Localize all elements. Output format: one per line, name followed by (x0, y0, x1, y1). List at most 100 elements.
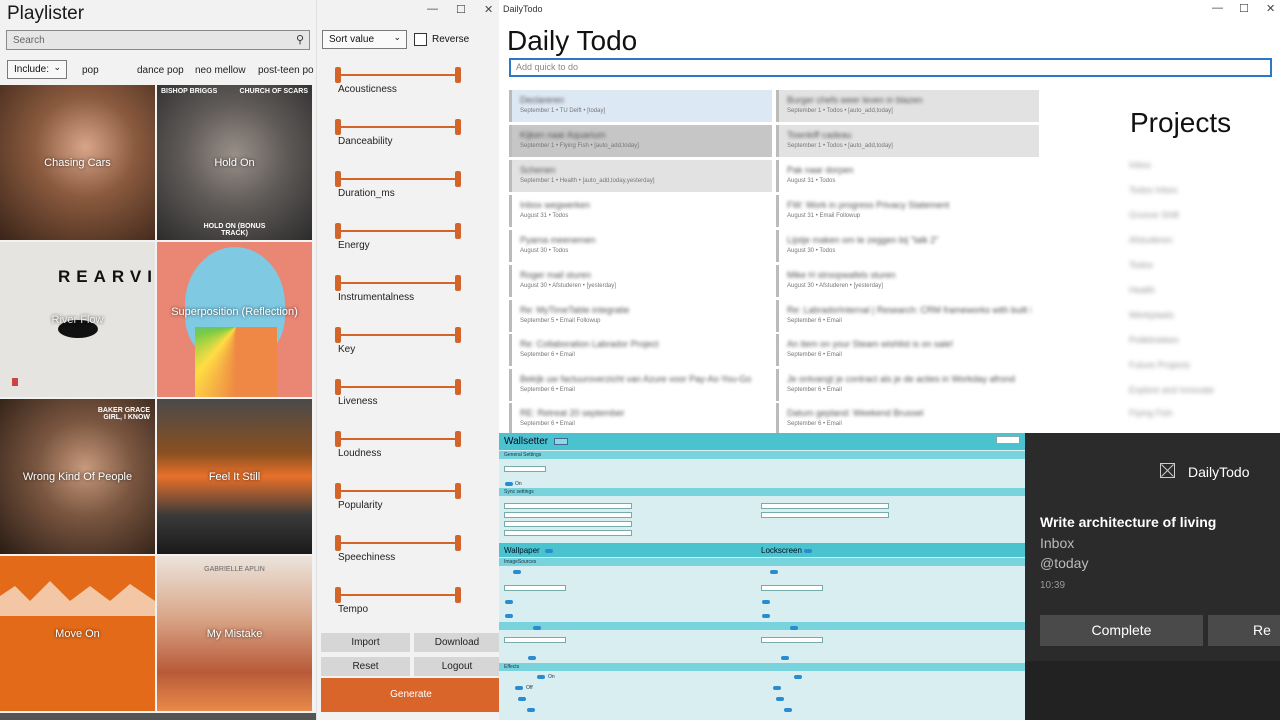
slider-min-handle[interactable] (335, 119, 341, 135)
text-field[interactable] (761, 637, 823, 643)
setting-toggle[interactable] (505, 614, 513, 618)
lockscreen-toggle[interactable] (804, 549, 812, 553)
slider-max-handle[interactable] (455, 275, 461, 291)
speechiness-slider[interactable] (335, 535, 461, 551)
text-field[interactable] (504, 585, 566, 591)
download-button[interactable]: Download (414, 633, 500, 652)
text-field[interactable] (761, 503, 889, 509)
slider-max-handle[interactable] (455, 223, 461, 239)
project-item[interactable]: Future Projects (1129, 360, 1190, 370)
liveness-slider[interactable] (335, 379, 461, 395)
effect-toggle[interactable] (527, 708, 535, 712)
slider-max-handle[interactable] (455, 483, 461, 499)
search-input[interactable]: Search ⚲ (6, 30, 310, 50)
todo-item[interactable]: Pak naar dorpen August 31 • Todos (776, 160, 1039, 192)
slider-min-handle[interactable] (335, 535, 341, 551)
text-field[interactable] (504, 637, 566, 643)
slider-max-handle[interactable] (455, 171, 461, 187)
project-item[interactable]: Explore and Innovate (1129, 385, 1214, 395)
song-tile[interactable]: BISHOP BRIGGS CHURCH OF SCARS Hold On HO… (157, 85, 312, 240)
energy-slider[interactable] (335, 223, 461, 239)
slider-min-handle[interactable] (335, 431, 341, 447)
slider-max-handle[interactable] (455, 119, 461, 135)
todo-item[interactable]: FW: Work in progress Privacy Statement Au… (776, 195, 1039, 227)
slider-max-handle[interactable] (455, 379, 461, 395)
import-button[interactable]: Import (321, 633, 410, 652)
reset-button[interactable]: Reset (321, 657, 410, 676)
effect-toggle[interactable] (794, 675, 802, 679)
setting-toggle[interactable] (505, 600, 513, 604)
effect-toggle[interactable] (515, 686, 523, 690)
genre-filter-dance-pop[interactable]: dance pop (137, 65, 184, 76)
acousticness-slider[interactable] (335, 67, 461, 83)
todo-item[interactable]: Townkiff cadeau September 1 • Todos • [au… (776, 125, 1039, 157)
slider-min-handle[interactable] (335, 67, 341, 83)
slider-min-handle[interactable] (335, 223, 341, 239)
duration-slider[interactable] (335, 171, 461, 187)
project-item[interactable]: Groove Shift (1129, 210, 1179, 220)
todo-item[interactable]: Schenen September 1 • Health • [auto_add,… (509, 160, 772, 192)
slider-min-handle[interactable] (335, 483, 341, 499)
danceability-slider[interactable] (335, 119, 461, 135)
effect-toggle[interactable] (518, 697, 526, 701)
slider-max-handle[interactable] (455, 431, 461, 447)
todo-item[interactable]: Re: MyTimeTable integratie September 5 • … (509, 300, 772, 332)
slider-max-handle[interactable] (455, 535, 461, 551)
effect-toggle[interactable] (773, 686, 781, 690)
search-icon[interactable]: ⚲ (296, 33, 304, 46)
text-field[interactable] (504, 530, 632, 536)
project-item[interactable]: Todos (1129, 260, 1153, 270)
todo-item[interactable]: Bekijk uw factuuroverzicht van Azure voo… (509, 369, 772, 401)
sort-value-dropdown[interactable]: Sort value ⌄ (322, 30, 407, 49)
todo-item[interactable]: An item on your Steam wishlist is on sal… (776, 334, 1039, 366)
maximize-icon[interactable]: ☐ (1239, 2, 1249, 15)
window-control[interactable] (996, 436, 1020, 444)
text-field[interactable] (504, 503, 632, 509)
todo-item[interactable]: Lijstje maken om te zeggen bij "talk 2" A… (776, 230, 1039, 262)
todo-item[interactable]: Je ontvangt je contract als je de acties… (776, 369, 1039, 401)
slider-min-handle[interactable] (335, 379, 341, 395)
setting-toggle[interactable] (505, 482, 513, 486)
genre-filter-pop[interactable]: pop (82, 65, 99, 76)
genre-filter-neo-mellow[interactable]: neo mellow (195, 65, 246, 76)
logout-button[interactable]: Logout (414, 657, 500, 676)
minimize-icon[interactable]: — (1212, 2, 1223, 14)
close-icon[interactable]: ✕ (1266, 2, 1275, 15)
setting-toggle[interactable] (513, 570, 521, 574)
project-item[interactable]: Werkplaats (1129, 310, 1174, 320)
include-dropdown[interactable]: Include: ⌄ (7, 60, 67, 79)
effect-toggle[interactable] (784, 708, 792, 712)
todo-item[interactable]: Re: LabradorInternal | Research: CRM fra… (776, 300, 1039, 332)
tempo-slider[interactable] (335, 587, 461, 603)
second-action-button[interactable]: Re (1208, 615, 1280, 646)
todo-item[interactable]: Kijken naar Aquarium September 1 • Flying… (509, 125, 772, 157)
todo-item[interactable]: Roger mail sturen August 30 • Afstuderen … (509, 265, 772, 297)
text-field[interactable] (504, 521, 632, 527)
maximize-icon[interactable]: ☐ (456, 3, 466, 16)
project-item[interactable]: Flying Fish (1129, 408, 1173, 418)
project-item[interactable]: Inbox (1129, 160, 1151, 170)
song-tile[interactable]: GABRIELLE APLIN My Mistake (157, 556, 312, 711)
song-tile[interactable]: BAKER GRACE GIRL, I KNOW Wrong Kind Of P… (0, 399, 155, 554)
genre-filter-post-teen-pop[interactable]: post-teen po (258, 65, 314, 76)
todo-item[interactable]: Mike H stroopwafels sturen August 30 • Af… (776, 265, 1039, 297)
effect-toggle[interactable] (537, 675, 545, 679)
quick-todo-input[interactable]: Add quick to do (509, 58, 1272, 77)
complete-button[interactable]: Complete (1040, 615, 1203, 646)
song-tile[interactable]: Feel It Still (157, 399, 312, 554)
effect-toggle[interactable] (776, 697, 784, 701)
instrumentalness-slider[interactable] (335, 275, 461, 291)
text-field[interactable] (761, 512, 889, 518)
song-tile[interactable]: Chasing Cars (0, 85, 155, 240)
setting-toggle[interactable] (528, 656, 536, 660)
setting-toggle[interactable] (533, 626, 541, 630)
setting-toggle[interactable] (762, 614, 770, 618)
slider-min-handle[interactable] (335, 587, 341, 603)
loudness-slider[interactable] (335, 431, 461, 447)
todo-item[interactable]: Inbox wegwerken August 31 • Todos (509, 195, 772, 227)
project-item[interactable]: Health (1129, 285, 1155, 295)
project-item[interactable]: Todos Inbox (1129, 185, 1178, 195)
key-slider[interactable] (335, 327, 461, 343)
song-tile[interactable]: REARVIO River Flow (0, 242, 155, 397)
project-item[interactable]: Poliklinieken (1129, 335, 1179, 345)
